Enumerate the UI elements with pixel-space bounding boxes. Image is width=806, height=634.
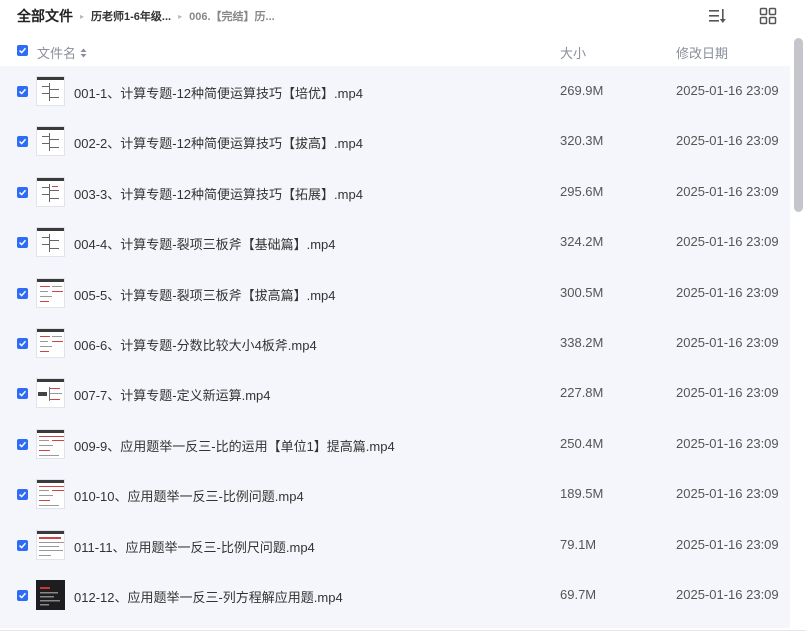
file-size: 300.5M [560, 284, 604, 300]
file-size: 295.6M [560, 183, 604, 199]
check-icon [18, 542, 27, 549]
list-header: 文件名 大小 修改日期 [0, 38, 790, 64]
sort-caret-icon [80, 48, 87, 58]
file-date: 2025-01-16 23:09 [676, 334, 779, 350]
file-row[interactable]: 004-4、计算专题-裂项三板斧【基础篇】.mp4 324.2M 2025-01-1… [0, 217, 790, 267]
file-size: 227.8M [560, 385, 604, 401]
file-date: 2025-01-16 23:09 [676, 435, 779, 451]
breadcrumb-current: 006.【完结】历... [189, 11, 275, 23]
file-name[interactable]: 002-2、计算专题-12种简便运算技巧【拔高】.mp4 [74, 133, 363, 152]
file-date: 2025-01-16 23:09 [676, 83, 779, 98]
video-thumbnail [36, 76, 65, 106]
row-checkbox[interactable] [17, 186, 28, 198]
file-size: 189.5M [560, 486, 604, 502]
video-thumbnail [36, 227, 65, 258]
column-header-size[interactable]: 大小 [560, 43, 586, 62]
file-size: 69.7M [560, 586, 597, 602]
file-name[interactable]: 007-7、计算专题-定义新运算.mp4 [74, 385, 270, 404]
file-date: 2025-01-16 23:09 [676, 586, 779, 602]
file-size: 324.2M [560, 234, 604, 250]
video-thumbnail [36, 327, 65, 358]
row-checkbox[interactable] [17, 136, 28, 148]
file-name[interactable]: 010-10、应用题举一反三-比例问题.mp4 [74, 486, 304, 505]
row-checkbox[interactable] [17, 287, 28, 299]
column-header-name-label: 文件名 [37, 46, 77, 61]
check-icon [18, 391, 27, 398]
video-thumbnail [36, 378, 65, 409]
check-icon [18, 139, 27, 146]
check-icon [18, 47, 27, 54]
file-name[interactable]: 004-4、计算专题-裂项三板斧【基础篇】.mp4 [74, 234, 335, 253]
file-size: 79.1M [560, 536, 597, 552]
column-header-date[interactable]: 修改日期 [676, 43, 728, 62]
grid-view-icon[interactable] [759, 7, 777, 25]
check-icon [18, 189, 27, 196]
file-date: 2025-01-16 23:09 [676, 536, 779, 552]
row-checkbox[interactable] [17, 539, 28, 551]
file-row[interactable]: 011-11、应用题举一反三-比例尺问题.mp4 79.1M 2025-01-16 … [0, 520, 790, 570]
check-icon [18, 592, 27, 599]
video-thumbnail [36, 126, 65, 157]
row-checkbox[interactable] [17, 589, 28, 601]
check-icon [18, 239, 27, 246]
breadcrumb-root[interactable]: 全部文件 [17, 6, 73, 26]
row-checkbox[interactable] [17, 438, 28, 450]
check-icon [18, 88, 27, 95]
video-thumbnail [36, 176, 65, 207]
video-thumbnail [36, 529, 65, 560]
row-checkbox[interactable] [17, 337, 28, 349]
file-name[interactable]: 005-5、计算专题-裂项三板斧【拔高篇】.mp4 [74, 285, 335, 304]
file-size: 320.3M [560, 133, 604, 149]
check-icon [18, 340, 27, 347]
file-date: 2025-01-16 23:09 [676, 486, 779, 502]
breadcrumb-separator-icon: ▸ [80, 11, 85, 21]
file-name[interactable]: 003-3、计算专题-12种简便运算技巧【拓展】.mp4 [74, 184, 363, 203]
video-thumbnail [36, 277, 65, 308]
row-checkbox[interactable] [17, 86, 28, 97]
file-size: 269.9M [560, 83, 604, 98]
video-thumbnail [36, 479, 65, 510]
select-all-checkbox[interactable] [17, 45, 28, 56]
file-browser: 全部文件 ▸ 历老师1-6年级... ▸ 006.【完结】历... 文件名 大小… [0, 0, 806, 634]
file-name[interactable]: 009-9、应用题举一反三-比的运用【单位1】提高篇.mp4 [74, 436, 395, 455]
file-row[interactable]: 006-6、计算专题-分数比较大小4板斧.mp4 338.2M 2025-01-16… [0, 318, 790, 368]
file-row[interactable]: 001-1、计算专题-12种简便运算技巧【培优】.mp4 269.9M 2025-0… [0, 66, 790, 116]
divider [0, 630, 806, 631]
file-row[interactable]: 009-9、应用题举一反三-比的运用【单位1】提高篇.mp4 250.4M 2025… [0, 419, 790, 469]
row-checkbox[interactable] [17, 388, 28, 400]
file-date: 2025-01-16 23:09 [676, 385, 779, 401]
file-row[interactable]: 002-2、计算专题-12种简便运算技巧【拔高】.mp4 320.3M 2025-0… [0, 116, 790, 166]
scrollbar-thumb[interactable] [794, 38, 803, 212]
file-list: 001-1、计算专题-12种简便运算技巧【培优】.mp4 269.9M 2025-0… [0, 66, 790, 628]
file-name[interactable]: 006-6、计算专题-分数比较大小4板斧.mp4 [74, 335, 317, 354]
video-thumbnail [36, 579, 65, 610]
file-row[interactable]: 003-3、计算专题-12种简便运算技巧【拓展】.mp4 295.6M 2025-0… [0, 167, 790, 217]
file-name[interactable]: 012-12、应用题举一反三-列方程解应用题.mp4 [74, 587, 343, 606]
sort-list-icon[interactable] [708, 7, 726, 25]
row-checkbox[interactable] [17, 489, 28, 501]
file-date: 2025-01-16 23:09 [676, 234, 779, 250]
column-header-name[interactable]: 文件名 [37, 43, 87, 62]
breadcrumb: 全部文件 ▸ 历老师1-6年级... ▸ 006.【完结】历... [17, 7, 275, 25]
file-size: 338.2M [560, 334, 604, 350]
file-size: 250.4M [560, 435, 604, 451]
file-date: 2025-01-16 23:09 [676, 133, 779, 149]
file-row[interactable]: 012-12、应用题举一反三-列方程解应用题.mp4 69.7M 2025-01-1… [0, 570, 790, 620]
check-icon [18, 491, 27, 498]
file-name[interactable]: 001-1、计算专题-12种简便运算技巧【培优】.mp4 [74, 83, 363, 102]
check-icon [18, 441, 27, 448]
check-icon [18, 290, 27, 297]
breadcrumb-separator-icon: ▸ [178, 11, 183, 21]
breadcrumb-level1[interactable]: 历老师1-6年级... [91, 8, 171, 24]
file-name[interactable]: 011-11、应用题举一反三-比例尺问题.mp4 [74, 537, 315, 556]
file-date: 2025-01-16 23:09 [676, 284, 779, 300]
file-row[interactable]: 010-10、应用题举一反三-比例问题.mp4 189.5M 2025-01-16 … [0, 469, 790, 519]
file-date: 2025-01-16 23:09 [676, 183, 779, 199]
row-checkbox[interactable] [17, 237, 28, 249]
file-row[interactable]: 007-7、计算专题-定义新运算.mp4 227.8M 2025-01-16 23:… [0, 368, 790, 418]
file-row[interactable]: 005-5、计算专题-裂项三板斧【拔高篇】.mp4 300.5M 2025-01-1… [0, 268, 790, 318]
video-thumbnail [36, 428, 65, 459]
